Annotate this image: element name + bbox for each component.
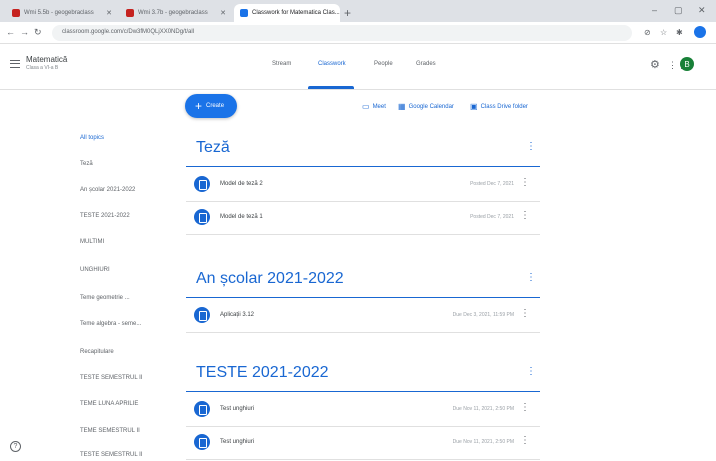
- more-options-icon[interactable]: ⋮: [526, 366, 536, 377]
- more-options-icon[interactable]: ⋮: [526, 272, 536, 283]
- browser-tab-1[interactable]: Wmi 5.5b - geogebraclass ✕: [6, 4, 118, 22]
- minimize-icon[interactable]: –: [652, 5, 657, 15]
- browser-tab-title: Wmi 5.5b - geogebraclass: [24, 10, 94, 16]
- topic-link[interactable]: An școlar 2021-2022: [80, 187, 135, 193]
- list-item[interactable]: Test unghiuri Due Nov 11, 2021, 2:50 PM …: [186, 428, 540, 460]
- topic-link[interactable]: TEME LUNA APRILIE: [80, 401, 138, 407]
- avatar[interactable]: B: [680, 57, 694, 71]
- material-icon: [194, 176, 210, 192]
- item-title: Aplicații 3.12: [220, 312, 255, 318]
- classroom-header: Matematică Clasa a VI-a B Stream Classwo…: [0, 44, 716, 90]
- browser-tab-3[interactable]: Classwork for Matematica Clas... ✕: [234, 4, 340, 22]
- meet-link[interactable]: ▭ Meet: [362, 102, 386, 111]
- forward-icon[interactable]: →: [20, 27, 29, 37]
- reload-icon[interactable]: ↻: [34, 27, 42, 38]
- more-options-icon[interactable]: ⋮: [520, 210, 530, 221]
- topic-link[interactable]: TESTE SEMESTRUL II: [80, 452, 142, 458]
- topic-link[interactable]: TESTE 2021-2022: [80, 213, 130, 219]
- section-title[interactable]: Teză: [196, 139, 230, 157]
- browser-tab-title: Wmi 3.7b - geogebraclass: [138, 10, 208, 16]
- close-window-icon[interactable]: ✕: [698, 5, 706, 16]
- gmail-favicon-icon: [126, 9, 134, 17]
- topic-link[interactable]: Teme algebra - seme...: [80, 321, 141, 327]
- topic-link[interactable]: TEME SEMESTRUL II: [80, 428, 140, 434]
- assignment-icon: [194, 401, 210, 417]
- item-date: Due Nov 11, 2021, 2:50 PM: [452, 406, 514, 412]
- browser-tab-strip: Wmi 5.5b - geogebraclass ✕ Wmi 3.7b - ge…: [0, 0, 716, 22]
- topic-link[interactable]: Teză: [80, 161, 93, 167]
- list-item[interactable]: Model de teză 2 Posted Dec 7, 2021 ⋮: [186, 170, 540, 202]
- class-section: Clasa a VI-a B: [26, 65, 59, 71]
- topic-link-all[interactable]: All topics: [80, 135, 104, 141]
- tab-classwork[interactable]: Classwork: [318, 61, 346, 67]
- help-icon[interactable]: ?: [10, 441, 21, 452]
- list-item[interactable]: Aplicații 3.12 Due Dec 3, 2021, 11:59 PM…: [186, 301, 540, 333]
- drive-label: Class Drive folder: [480, 103, 528, 110]
- assignment-icon: [194, 434, 210, 450]
- address-bar[interactable]: classroom.google.com/c/Dw3fM0QLjXX0NDg/t…: [52, 25, 632, 41]
- new-tab-button[interactable]: +: [344, 6, 351, 20]
- browser-tab-title: Classwork for Matematica Clas...: [252, 10, 340, 16]
- item-title: Test unghiuri: [220, 439, 255, 445]
- section-divider: [186, 391, 540, 392]
- class-drive-folder-link[interactable]: ▣ Class Drive folder: [470, 102, 528, 111]
- material-icon: [194, 209, 210, 225]
- more-options-icon[interactable]: ⋮: [520, 308, 530, 319]
- tab-stream[interactable]: Stream: [272, 61, 291, 67]
- item-date: Posted Dec 7, 2021: [470, 214, 514, 220]
- section-title[interactable]: An școlar 2021-2022: [196, 270, 344, 288]
- section-divider: [186, 297, 540, 298]
- url-text: classroom.google.com/c/Dw3fM0QLjXX0NDg/t…: [62, 29, 195, 35]
- more-options-icon[interactable]: ⋮: [520, 402, 530, 413]
- item-title: Model de teză 1: [220, 214, 263, 220]
- gmail-favicon-icon: [12, 9, 20, 17]
- list-item[interactable]: Model de teză 1 Posted Dec 7, 2021 ⋮: [186, 203, 540, 235]
- topic-link[interactable]: MULTIMI: [80, 239, 104, 245]
- extensions-puzzle-icon[interactable]: ✱: [676, 28, 683, 37]
- back-icon[interactable]: ←: [6, 27, 15, 37]
- active-tab-indicator: [308, 86, 354, 89]
- hamburger-menu-icon[interactable]: [10, 60, 20, 68]
- item-title: Test unghiuri: [220, 406, 255, 412]
- item-title: Model de teză 2: [220, 181, 263, 187]
- more-options-icon[interactable]: ⋮: [520, 177, 530, 188]
- close-tab-icon[interactable]: ✕: [220, 9, 226, 17]
- section-divider: [186, 166, 540, 167]
- plus-icon: +: [195, 99, 203, 113]
- maximize-icon[interactable]: ▢: [674, 5, 683, 16]
- calendar-icon: ▦: [398, 102, 406, 111]
- more-options-icon[interactable]: ⋮: [526, 141, 536, 152]
- assignment-icon: [194, 307, 210, 323]
- more-options-icon[interactable]: ⋮: [520, 435, 530, 446]
- browser-toolbar: ← → ↻ classroom.google.com/c/Dw3fM0QLjXX…: [0, 22, 716, 44]
- meet-label: Meet: [372, 103, 386, 110]
- item-date: Due Dec 3, 2021, 11:59 PM: [452, 312, 514, 318]
- section-title[interactable]: TESTE 2021-2022: [196, 364, 329, 382]
- settings-gear-icon[interactable]: ⚙: [650, 58, 660, 71]
- item-date: Posted Dec 7, 2021: [470, 181, 514, 187]
- classroom-favicon-icon: [240, 9, 248, 17]
- tab-people[interactable]: People: [374, 61, 393, 67]
- class-title[interactable]: Matematică: [26, 55, 67, 64]
- list-item[interactable]: Test unghiuri Due Nov 11, 2021, 2:50 PM …: [186, 395, 540, 427]
- browser-profile-avatar[interactable]: [694, 26, 706, 38]
- google-calendar-link[interactable]: ▦ Google Calendar: [398, 102, 454, 111]
- browser-tab-2[interactable]: Wmi 3.7b - geogebraclass ✕: [120, 4, 232, 22]
- topic-link[interactable]: Teme geometrie ...: [80, 295, 130, 301]
- topic-link[interactable]: UNGHIURI: [80, 267, 110, 273]
- create-button[interactable]: + Create: [185, 94, 237, 118]
- item-date: Due Nov 11, 2021, 2:50 PM: [452, 439, 514, 445]
- extension-icon[interactable]: ⊘: [644, 28, 651, 37]
- create-label: Create: [206, 103, 225, 109]
- topic-link[interactable]: Recapitulare: [80, 349, 114, 355]
- calendar-label: Google Calendar: [408, 103, 454, 110]
- tab-grades[interactable]: Grades: [416, 61, 436, 67]
- close-tab-icon[interactable]: ✕: [106, 9, 112, 17]
- bookmark-star-icon[interactable]: ☆: [660, 28, 667, 37]
- topic-link[interactable]: TESTE SEMESTRUL II: [80, 375, 142, 381]
- drive-folder-icon: ▣: [470, 102, 478, 111]
- video-camera-icon: ▭: [362, 102, 370, 111]
